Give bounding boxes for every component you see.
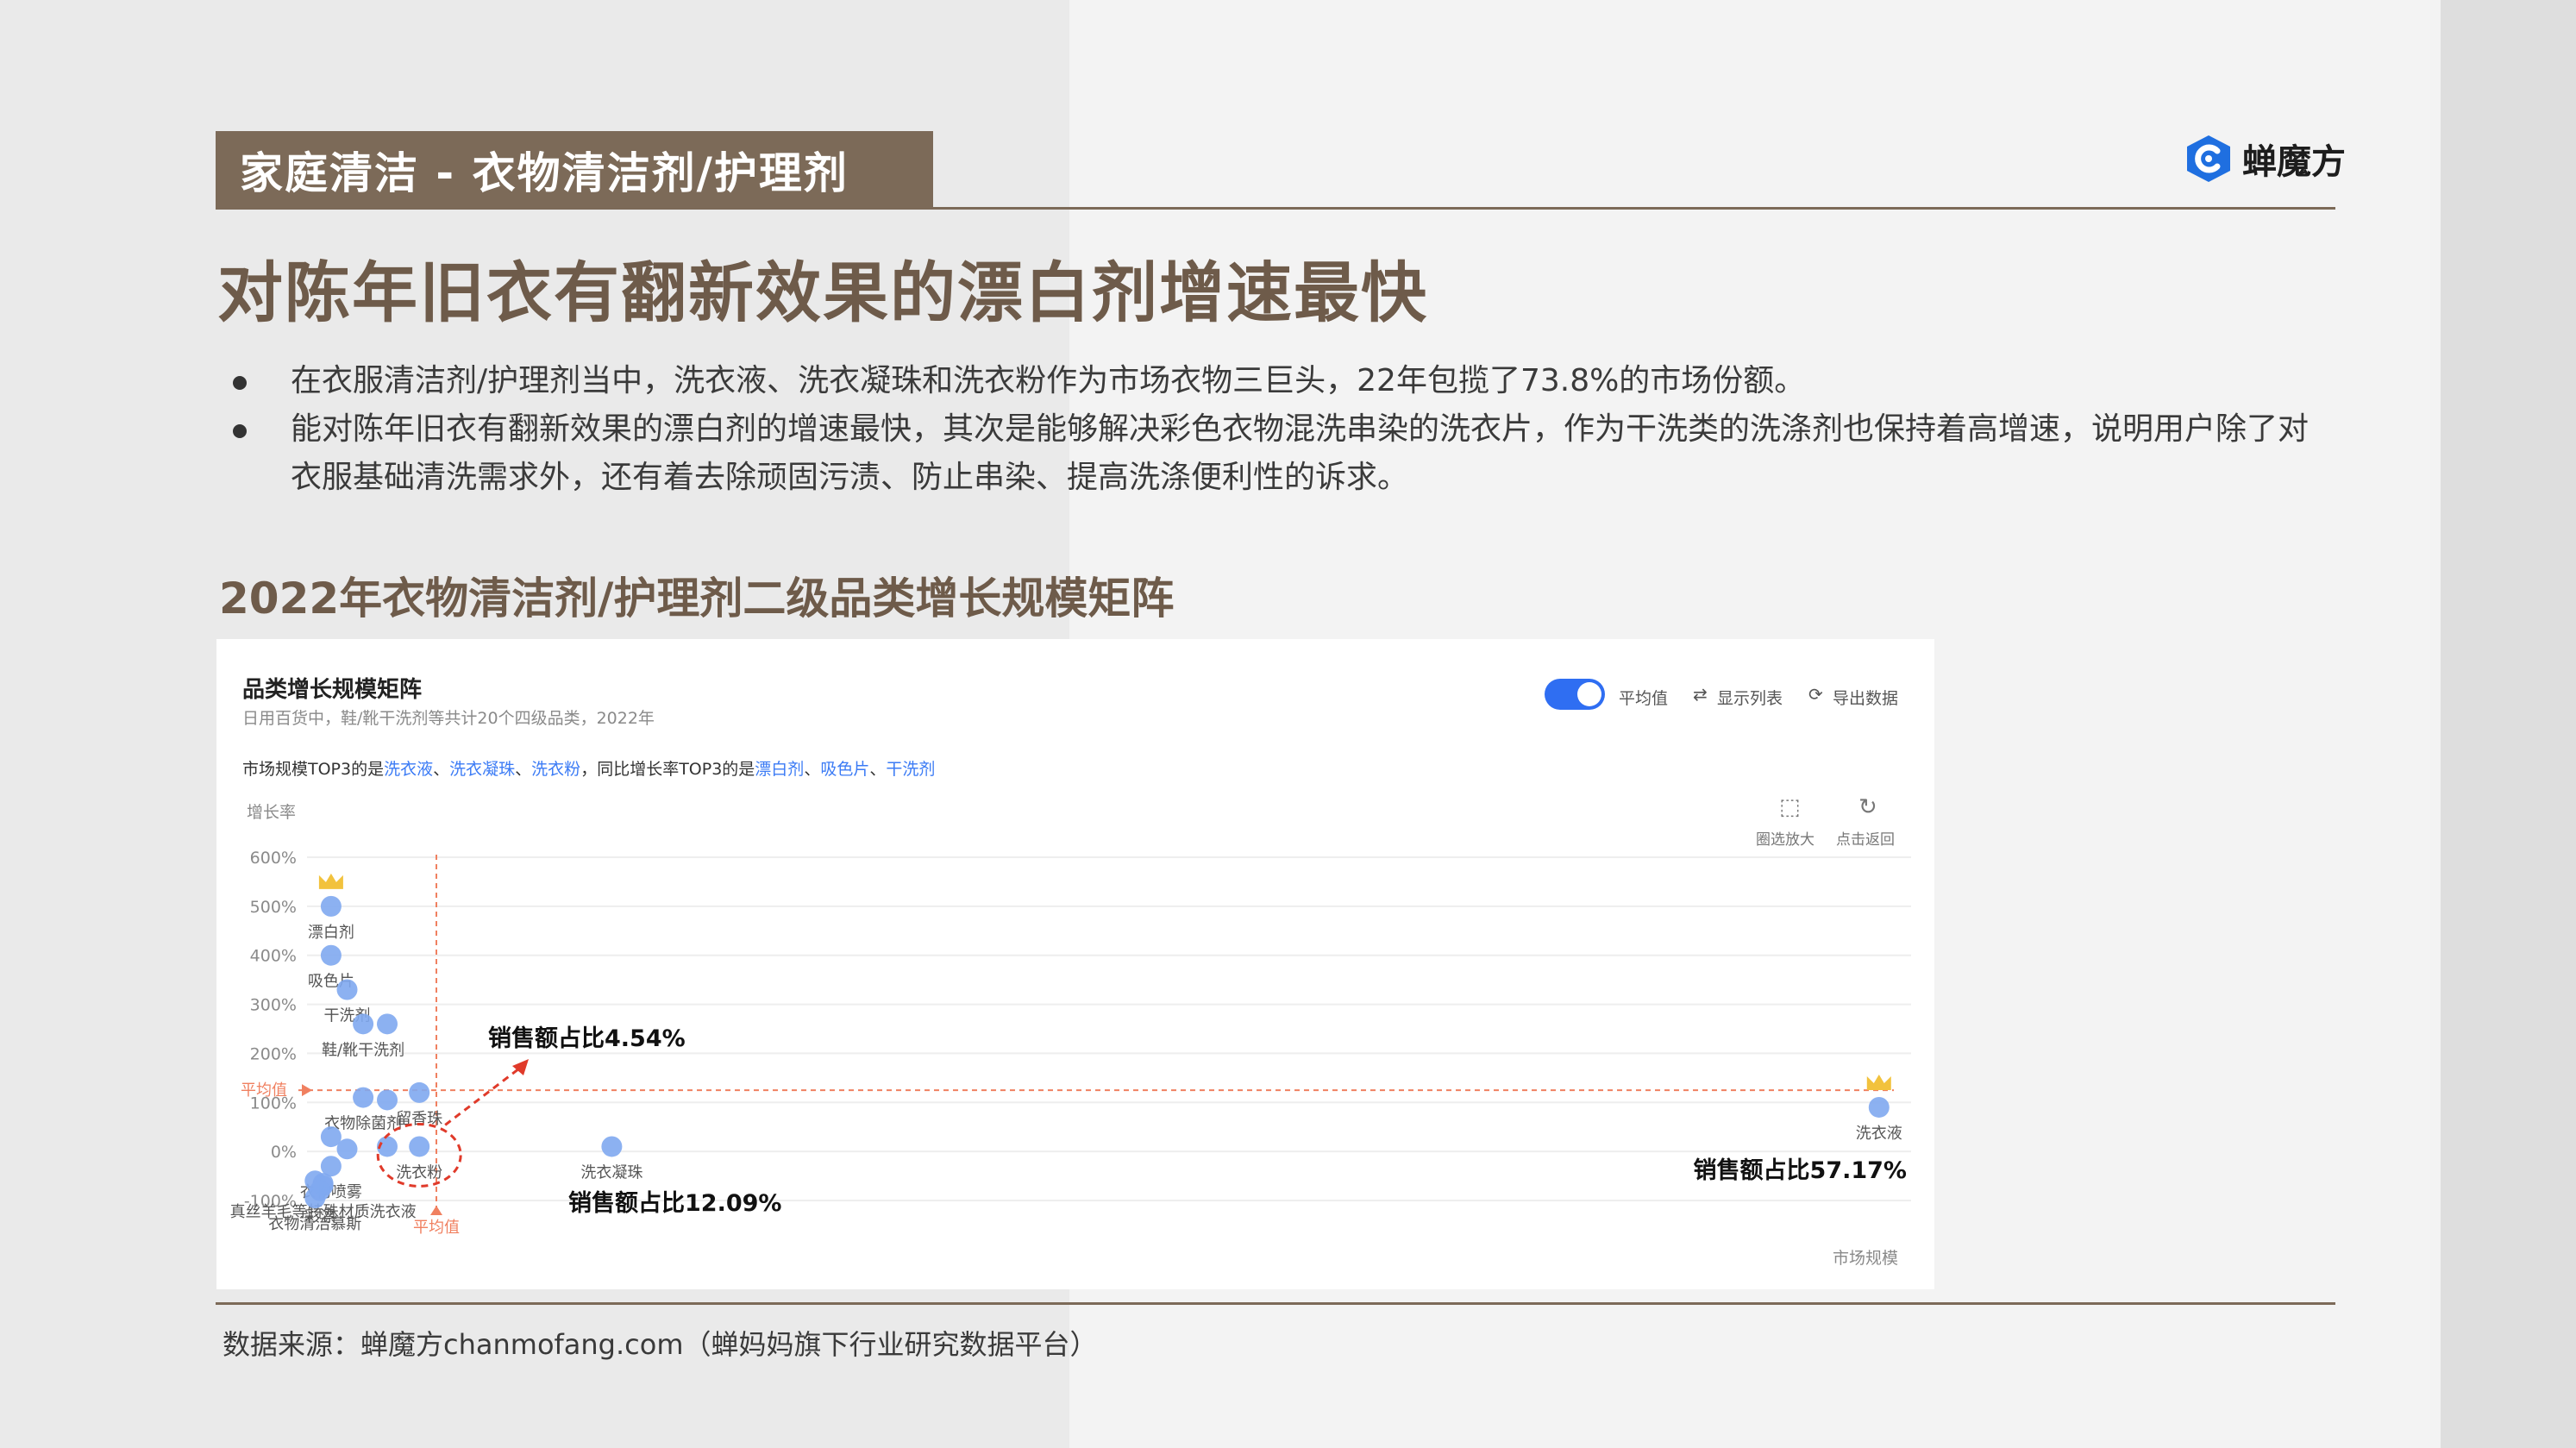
data-point [304, 1188, 326, 1209]
crown-icon [1866, 1074, 1891, 1090]
point-label: 衣物清洁慕斯 [268, 1215, 361, 1233]
chart-panel: 品类增长规模矩阵 日用百货中，鞋/靴干洗剂等共计20个四级品类，2022年 市场… [216, 639, 1934, 1289]
data-point [353, 1087, 374, 1108]
y-tick-label: 300% [250, 996, 297, 1015]
x-axis-title: 市场规模 [1833, 1249, 1898, 1268]
data-point [336, 979, 358, 1000]
average-label-y: 平均值 [241, 1081, 287, 1100]
average-marker-y [302, 1084, 312, 1097]
point-label: 鞋/靴干洗剂 [322, 1041, 404, 1059]
scatter-chart: 增长率600%500%400%300%200%100%0%-100%市场规模平均… [230, 803, 1911, 1268]
bullet-item: 在衣服清洁剂/护理剂当中，洗衣液、洗衣凝珠和洗衣粉作为市场衣物三巨头，22年包揽… [226, 357, 2330, 405]
chart-section-title: 2022年衣物清洁剂/护理剂二级品类增长规模矩阵 [219, 574, 1175, 624]
brand-logo: 蝉魔方 [2184, 134, 2346, 184]
sales-share-annotation: 销售额占比4.54% [488, 1025, 686, 1052]
data-point [601, 1136, 623, 1157]
data-point [1868, 1096, 1890, 1118]
data-point [409, 1081, 430, 1103]
point-label: 洗衣粉 [396, 1163, 442, 1182]
logo-text: 蝉魔方 [2242, 142, 2346, 182]
crown-icon [318, 873, 343, 889]
y-tick-label: 400% [250, 947, 297, 966]
annotation-arrow-line [444, 1064, 523, 1126]
data-point [336, 1138, 358, 1160]
y-tick-label: 0% [271, 1143, 297, 1162]
bullet-item: 能对陈年旧衣有翻新效果的漂白剂的增速最快，其次是能够解决彩色衣物混洗串染的洗衣片… [226, 405, 2330, 502]
y-axis-title: 增长率 [247, 803, 296, 822]
point-label: 漂白剂 [308, 924, 354, 942]
data-point [409, 1136, 430, 1157]
bullet-list: 在衣服清洁剂/护理剂当中，洗衣液、洗衣凝珠和洗衣粉作为市场衣物三巨头，22年包揽… [226, 357, 2330, 502]
point-label: 洗衣凝珠 [580, 1163, 642, 1182]
chanmofang-logo-icon [2187, 135, 2230, 182]
section-tag: 家庭清洁 - 衣物清洁剂/护理剂 [216, 131, 933, 209]
y-tick-label: 600% [250, 849, 297, 868]
y-tick-label: 200% [250, 1044, 297, 1063]
y-tick-label: 500% [250, 898, 297, 917]
data-source: 数据来源：蝉魔方chanmofang.com（蝉妈妈旗下行业研究数据平台） [223, 1328, 1098, 1361]
top-divider [216, 207, 2335, 210]
point-label: 洗衣液 [1856, 1125, 1902, 1143]
data-point [353, 1013, 374, 1035]
background-strip [2441, 0, 2576, 1448]
data-point [320, 895, 342, 917]
average-marker-x [430, 1206, 442, 1215]
bottom-divider [216, 1302, 2335, 1305]
sales-share-annotation: 销售额占比12.09% [568, 1189, 781, 1217]
data-point [377, 1089, 398, 1111]
sales-share-annotation: 销售额占比57.17% [1694, 1157, 1907, 1184]
page-headline: 对陈年旧衣有翻新效果的漂白剂增速最快 [217, 254, 1428, 331]
average-label-x: 平均值 [413, 1219, 460, 1237]
data-point [377, 1013, 398, 1035]
data-point [320, 944, 342, 966]
